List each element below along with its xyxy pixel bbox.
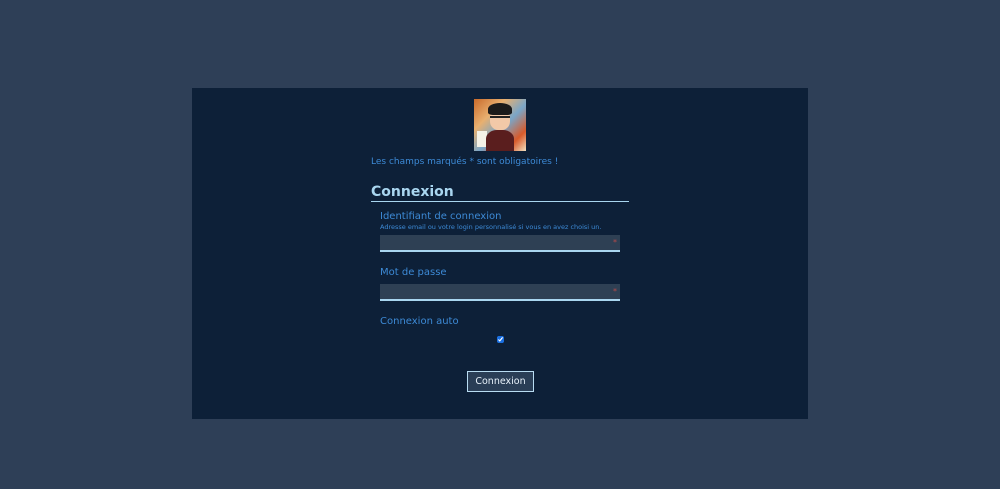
login-label: Identifiant de connexion — [380, 211, 502, 222]
login-panel: Les champs marqués * sont obligatoires !… — [192, 88, 808, 419]
password-label: Mot de passe — [380, 267, 447, 278]
auto-login-label: Connexion auto — [380, 316, 459, 327]
login-required-mark: * — [613, 238, 617, 247]
login-help-text: Adresse email ou votre login personnalis… — [380, 223, 602, 231]
login-submit-button[interactable]: Connexion — [467, 371, 534, 392]
password-input[interactable] — [380, 284, 620, 301]
required-fields-note: Les champs marqués * sont obligatoires ! — [371, 157, 559, 167]
login-input[interactable] — [380, 235, 620, 252]
password-required-mark: * — [613, 287, 617, 296]
avatar-glasses — [490, 116, 510, 124]
avatar-hair — [488, 103, 512, 115]
form-title: Connexion — [371, 184, 629, 202]
avatar-body — [486, 130, 514, 151]
user-avatar — [474, 99, 526, 151]
auto-login-checkbox[interactable] — [497, 336, 504, 343]
